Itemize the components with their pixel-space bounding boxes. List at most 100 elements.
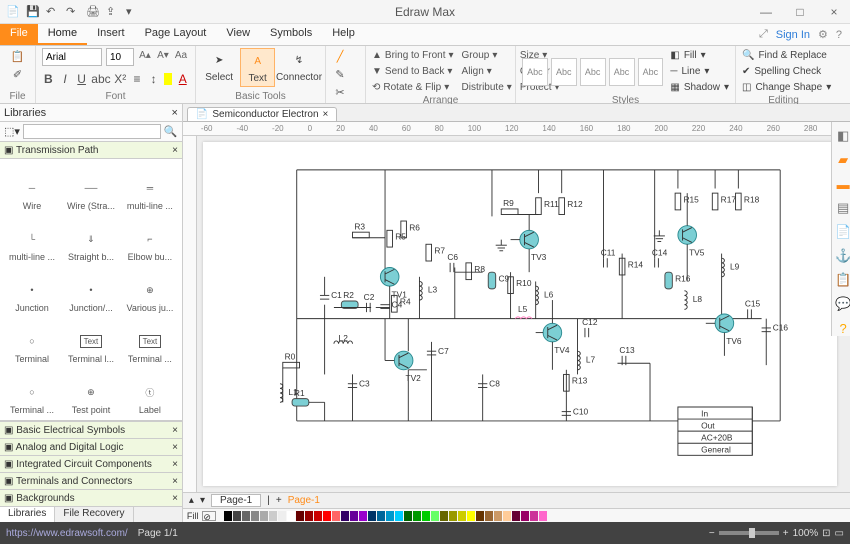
library-shape[interactable]: └multi-line ... <box>4 214 60 262</box>
send-back[interactable]: ▼ Send to Back▾ <box>372 64 454 79</box>
palette-color[interactable] <box>260 511 268 521</box>
palette-color[interactable] <box>395 511 403 521</box>
close-panel-icon[interactable]: × <box>171 107 177 119</box>
library-shape[interactable]: ○Terminal ... <box>4 367 60 415</box>
settings-icon[interactable]: ⚙ <box>818 28 828 41</box>
palette-color[interactable] <box>269 511 277 521</box>
tab-libraries[interactable]: Libraries <box>0 507 55 522</box>
palette-color[interactable] <box>233 511 241 521</box>
palette-color[interactable] <box>332 511 340 521</box>
collapse-ribbon-icon[interactable]: ⤢ <box>759 28 768 41</box>
palette-color[interactable] <box>431 511 439 521</box>
rail-comment-icon[interactable]: 💬 <box>835 296 850 312</box>
rail-doc-icon[interactable]: 📄 <box>835 224 850 240</box>
strike-button[interactable]: abc <box>92 71 110 87</box>
palette-color[interactable] <box>512 511 520 521</box>
library-accordion[interactable]: ▣ Analog and Digital Logic× <box>0 438 182 455</box>
palette-color[interactable] <box>224 511 232 521</box>
italic-button[interactable]: I <box>59 71 72 87</box>
palette-color[interactable] <box>287 511 295 521</box>
library-shape[interactable]: ⌐Elbow bu... <box>122 214 178 262</box>
rail-format-icon[interactable]: ▰ <box>835 152 850 168</box>
palette-color[interactable] <box>314 511 322 521</box>
highlight-button[interactable] <box>164 73 172 85</box>
close-button[interactable]: × <box>818 0 850 24</box>
shrink-font-icon[interactable]: A▾ <box>156 50 170 64</box>
qat-redo-icon[interactable]: ↷ <box>66 5 80 19</box>
minimize-button[interactable]: — <box>750 0 782 24</box>
rail-pane-icon[interactable]: ◧ <box>835 128 850 144</box>
palette-color[interactable] <box>458 511 466 521</box>
line-icon[interactable]: ╱ <box>332 48 348 64</box>
font-size-select[interactable] <box>106 48 134 66</box>
bold-button[interactable]: B <box>42 71 55 87</box>
bring-front[interactable]: ▲ Bring to Front▾ <box>372 48 454 63</box>
zoom-out[interactable]: − <box>709 528 715 539</box>
fit-width-icon[interactable]: ▭ <box>835 528 844 539</box>
zoom-in[interactable]: + <box>783 528 789 539</box>
palette-color[interactable] <box>503 511 511 521</box>
library-shape[interactable]: •Junction/... <box>63 265 119 313</box>
text-tool[interactable]: AText <box>240 48 275 87</box>
erase-icon[interactable]: ✂ <box>332 84 348 100</box>
palette-color[interactable] <box>413 511 421 521</box>
case-icon[interactable]: Aa <box>174 50 188 64</box>
qat-dropdown-icon[interactable]: ▾ <box>126 5 140 19</box>
spacing-button[interactable]: ↕ <box>147 71 160 87</box>
line-btn[interactable]: ─ Line▾ <box>670 64 729 79</box>
rail-layers-icon[interactable]: ▤ <box>835 200 850 216</box>
palette-color[interactable] <box>404 511 412 521</box>
change-shape[interactable]: ◫ Change Shape▾ <box>742 80 825 95</box>
menu-insert[interactable]: Insert <box>87 24 135 45</box>
style-preset[interactable]: Abc <box>638 58 664 86</box>
palette-color[interactable] <box>539 511 547 521</box>
close-doc-icon[interactable]: × <box>323 109 329 120</box>
palette-color[interactable] <box>305 511 313 521</box>
qat-file-icon[interactable]: 📄 <box>6 5 20 19</box>
library-accordion[interactable]: ▣ Integrated Circuit Components× <box>0 455 182 472</box>
style-preset[interactable]: Abc <box>580 58 606 86</box>
library-accordion[interactable]: ▣ Terminals and Connectors× <box>0 472 182 489</box>
menu-page-layout[interactable]: Page Layout <box>135 24 217 45</box>
page-nav-up[interactable]: ▴ <box>189 495 194 506</box>
library-shape[interactable]: ⓣLabel <box>122 367 178 415</box>
menu-home[interactable]: Home <box>38 24 87 45</box>
qat-export-icon[interactable]: ⇪ <box>106 5 120 19</box>
rail-clip-icon[interactable]: 📋 <box>835 272 850 288</box>
palette-color[interactable] <box>359 511 367 521</box>
library-shape[interactable]: ⇓Straight b... <box>63 214 119 262</box>
fit-page-icon[interactable]: ⊡ <box>822 528 830 539</box>
library-shape[interactable]: ⊕Test point <box>63 367 119 415</box>
eyedropper-icon[interactable]: ✐ <box>10 66 26 82</box>
maximize-button[interactable]: □ <box>784 0 816 24</box>
paste-icon[interactable]: 📋 <box>10 48 26 64</box>
spelling-check[interactable]: ✔ Spelling Check <box>742 64 825 79</box>
palette-color[interactable] <box>485 511 493 521</box>
library-shape[interactable]: ○Terminal <box>4 316 60 364</box>
underline-button[interactable]: U <box>75 71 88 87</box>
palette-color[interactable] <box>278 511 286 521</box>
shape-selector-icon[interactable]: ⬚▾ <box>4 125 20 138</box>
style-preset[interactable]: Abc <box>609 58 635 86</box>
library-accordion[interactable]: ▣ Backgrounds× <box>0 489 182 506</box>
drawing-canvas[interactable]: R0L1R1C1R2L2C3C2TV2R3R5R6TV1C4R4L3C7R7C6… <box>203 142 837 486</box>
find-replace[interactable]: 🔍 Find & Replace <box>742 48 825 63</box>
grow-font-icon[interactable]: A▴ <box>138 50 152 64</box>
palette-color[interactable] <box>386 511 394 521</box>
palette-color[interactable] <box>530 511 538 521</box>
sign-in-link[interactable]: Sign In <box>776 29 810 41</box>
pen-icon[interactable]: ✎ <box>332 66 348 82</box>
menu-symbols[interactable]: Symbols <box>260 24 322 45</box>
no-fill[interactable]: ⊘ <box>202 511 216 521</box>
help-icon[interactable]: ? <box>836 29 842 41</box>
add-page[interactable]: + <box>276 495 282 506</box>
bullets-button[interactable]: ≡ <box>131 71 144 87</box>
palette-color[interactable] <box>467 511 475 521</box>
rail-anchor-icon[interactable]: ⚓ <box>835 248 850 264</box>
rotate-flip[interactable]: ⟲ Rotate & Flip▾ <box>372 80 454 95</box>
palette-color[interactable] <box>323 511 331 521</box>
super-button[interactable]: X² <box>114 71 127 87</box>
palette-color[interactable] <box>440 511 448 521</box>
font-name-select[interactable] <box>42 48 102 66</box>
library-shape[interactable]: ──Wire (Stra... <box>63 163 119 211</box>
